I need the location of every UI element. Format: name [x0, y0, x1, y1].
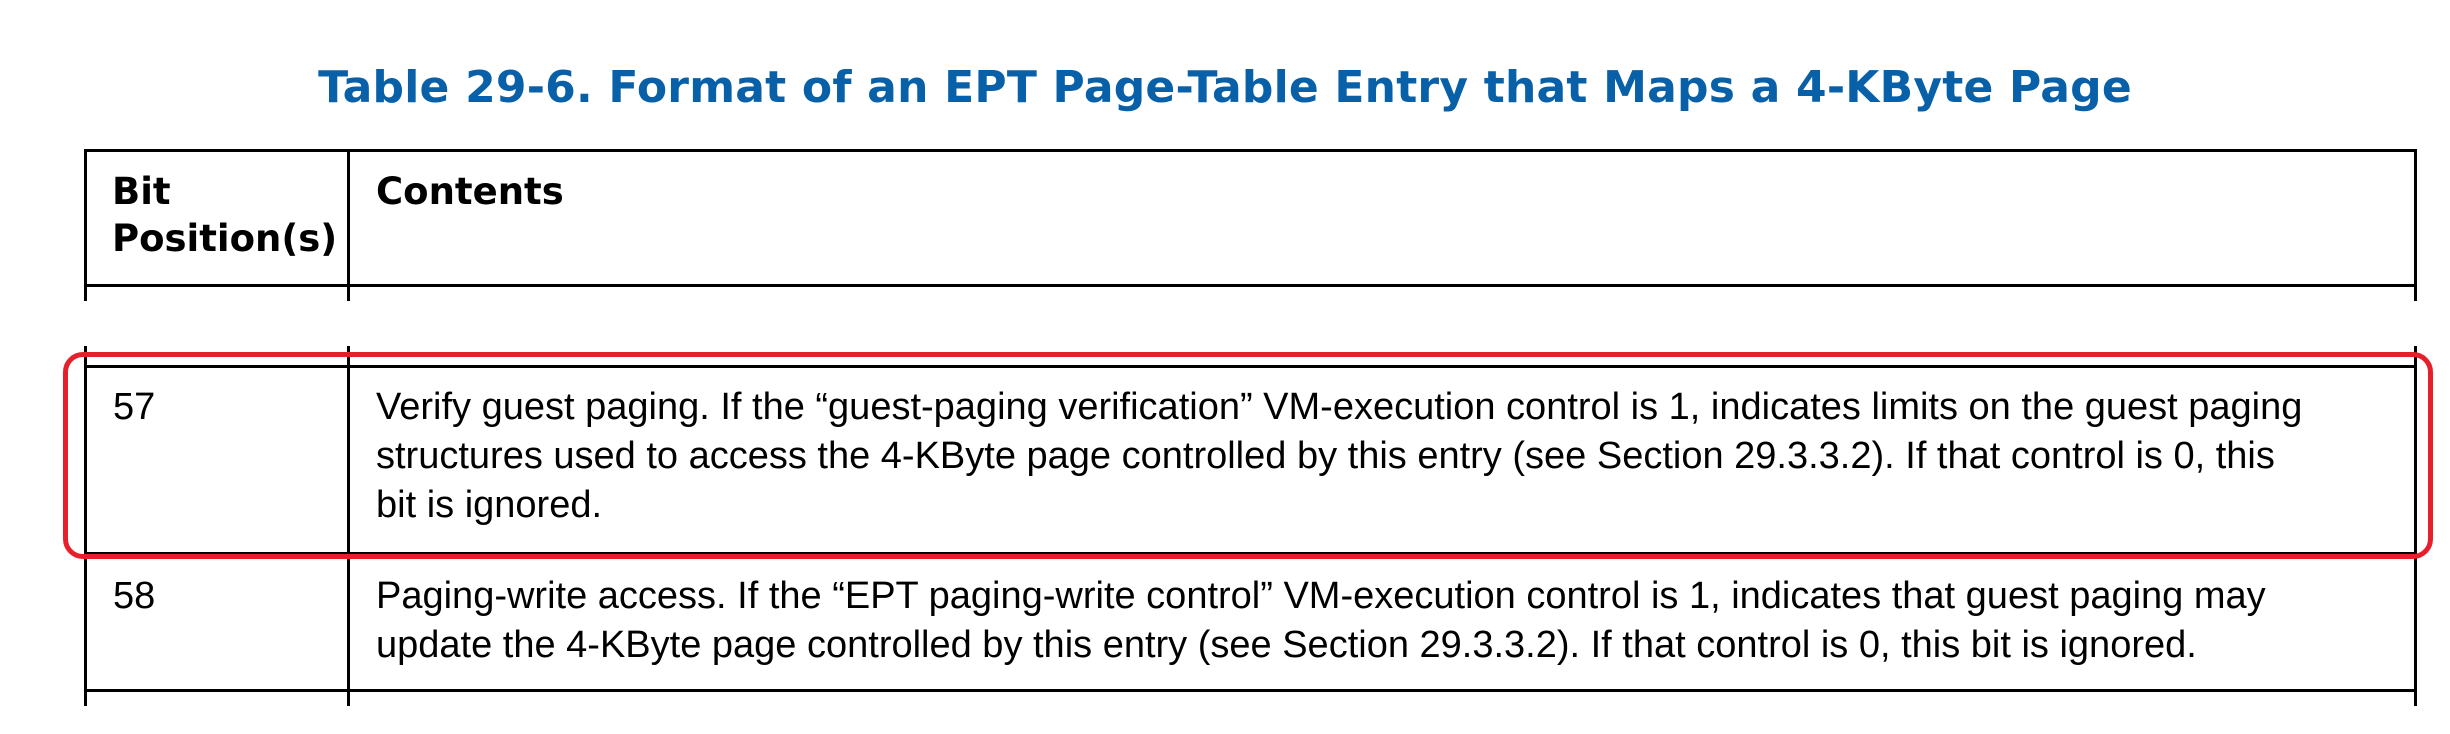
- header-bit-line2: Position(s): [112, 217, 338, 260]
- header-bottom-border: [84, 284, 2417, 287]
- row-57-highlight-box: [63, 352, 2433, 559]
- header-bit-line1: Bit: [112, 170, 171, 213]
- row-58-bit: 58: [113, 575, 156, 617]
- row-58-contents: Paging-write access. If the “EPT paging-…: [376, 572, 2266, 670]
- row-58-line-1: Paging-write access. If the “EPT paging-…: [376, 575, 2266, 617]
- header-bit-positions: Bit Position(s): [112, 168, 337, 262]
- table-top-border: [84, 149, 2417, 152]
- left-border-top: [84, 149, 87, 301]
- right-border-top: [2414, 149, 2417, 301]
- row-58-bottom-border: [84, 689, 2417, 692]
- column-divider-top: [347, 149, 350, 301]
- row-58-line-2: update the 4-KByte page controlled by th…: [376, 624, 2197, 666]
- header-contents: Contents: [376, 170, 564, 213]
- table-title: Table 29-6. Format of an EPT Page-Table …: [318, 62, 2132, 113]
